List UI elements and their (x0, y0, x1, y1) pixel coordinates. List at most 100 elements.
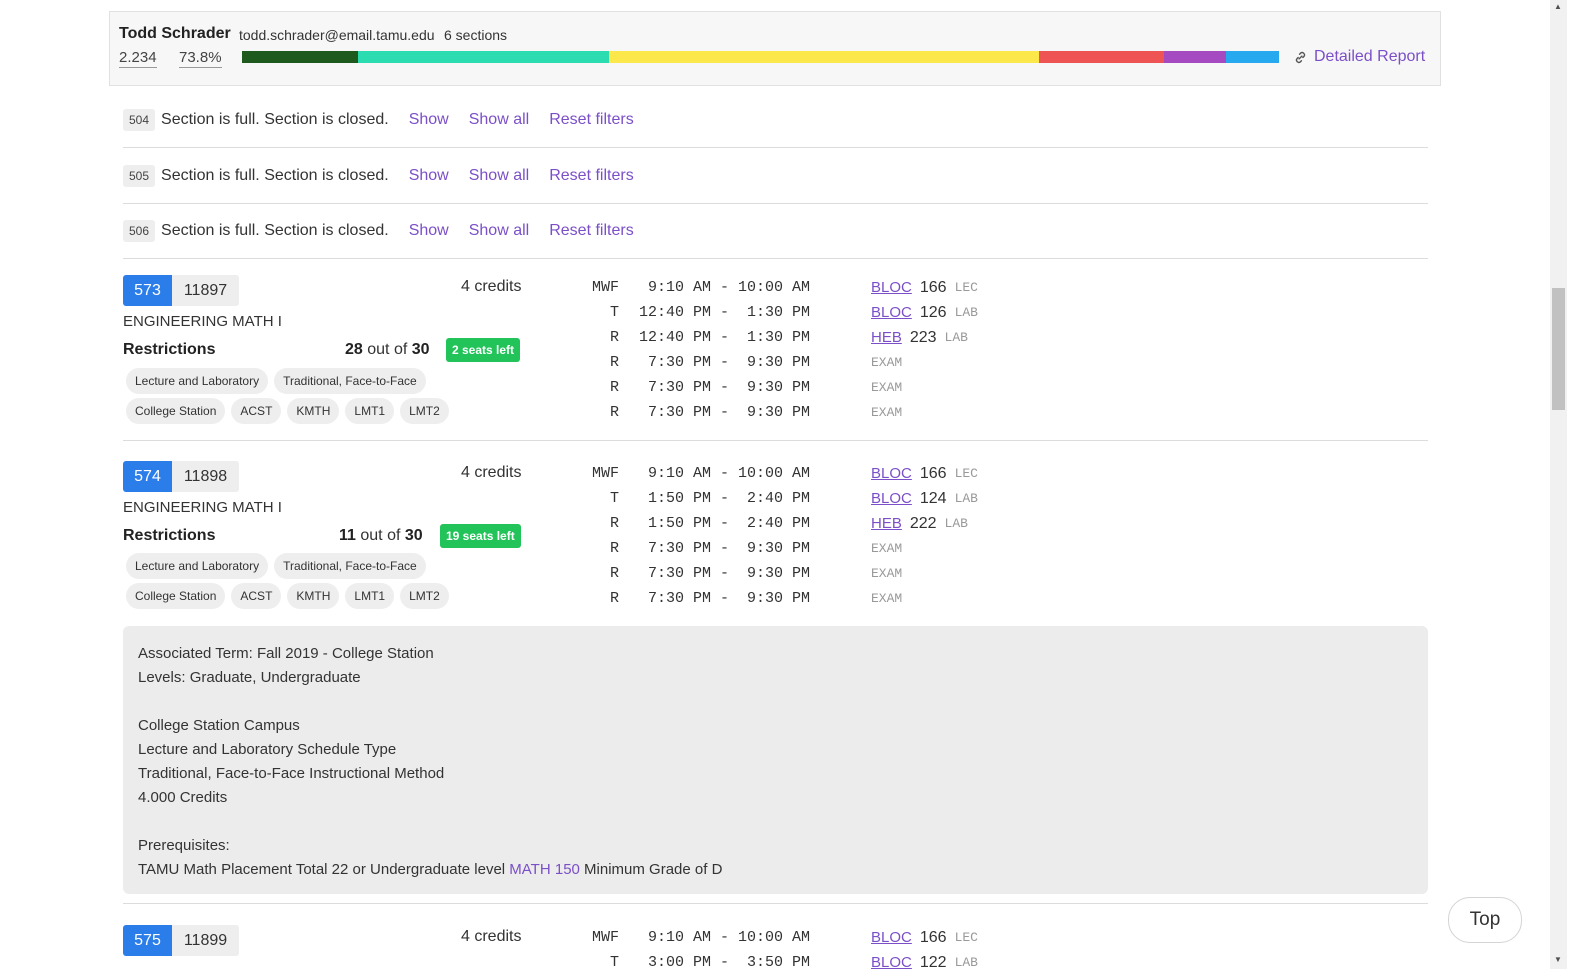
divider (123, 903, 1428, 904)
closed-section-row: 504 Section is full. Section is closed. … (123, 93, 1428, 148)
section-card-573: 573 11897 4 credits ENGINEERING MATH I R… (123, 275, 1428, 441)
building-link[interactable]: BLOC (871, 465, 912, 482)
meeting-type: EXAM (871, 405, 903, 420)
restrictions-label[interactable]: Restrictions (123, 341, 215, 359)
course-title: ENGINEERING MATH I (123, 313, 282, 330)
room-number: 222 (909, 514, 937, 532)
attribute-chips: Lecture and Laboratory Traditional, Face… (126, 553, 426, 579)
room-number: 124 (919, 489, 947, 507)
schedule-type-chip: Lecture and Laboratory (126, 553, 269, 579)
attribute-chip: KMTH (287, 583, 340, 609)
building-link[interactable]: HEB (871, 329, 902, 346)
schedule-type-chip: Lecture and Laboratory (126, 368, 269, 394)
meeting-row: T 12:40 PM - 1:30 PM BLOC 126 LAB (589, 300, 978, 325)
instruction-method-chip: Traditional, Face-to-Face (274, 368, 426, 394)
meeting-time: 7:30 PM - 9:30 PM (639, 379, 811, 396)
show-all-link[interactable]: Show all (469, 222, 529, 240)
meeting-row: R 7:30 PM - 9:30 PM EXAM (589, 375, 902, 400)
attribute-chip: LMT2 (400, 398, 449, 424)
attribute-chips: Lecture and Laboratory Traditional, Face… (126, 368, 426, 394)
show-all-link[interactable]: Show all (469, 111, 529, 129)
prereq-after: Minimum Grade of D (579, 861, 723, 878)
meeting-row: MWF 9:10 AM - 10:00 AM BLOC 166 LEC (589, 461, 978, 486)
prereq-course-link[interactable]: MATH 150 (509, 861, 580, 878)
meeting-days: MWF (591, 929, 619, 946)
closed-message: Section is full. Section is closed. (161, 222, 389, 239)
prerequisites-label: Prerequisites: (138, 837, 230, 854)
room-number: 223 (909, 328, 937, 346)
enrolled-number: 28 (345, 341, 363, 358)
section-credits: 4 credits (461, 278, 522, 295)
enrollment-count: 11 out of 30 (339, 527, 423, 545)
show-link[interactable]: Show (409, 111, 449, 129)
meeting-days: R (609, 565, 619, 582)
show-link[interactable]: Show (409, 167, 449, 185)
meeting-row: R 7:30 PM - 9:30 PM EXAM (589, 561, 902, 586)
meeting-type: EXAM (871, 355, 903, 370)
meeting-type: LEC (954, 280, 978, 295)
meeting-type: LEC (954, 930, 978, 945)
prerequisites-text: TAMU Math Placement Total 22 or Undergra… (138, 858, 1413, 882)
instructor-gpa[interactable]: 2.234 (119, 49, 157, 68)
reset-filters-link[interactable]: Reset filters (549, 111, 633, 129)
meeting-row: R 1:50 PM - 2:40 PM HEB 222 LAB (589, 511, 968, 536)
meeting-days: T (609, 490, 619, 507)
show-link[interactable]: Show (409, 222, 449, 240)
building-link[interactable]: BLOC (871, 929, 912, 946)
section-number[interactable]: 575 (123, 925, 172, 956)
meeting-time: 9:10 AM - 10:00 AM (639, 279, 811, 296)
meeting-type: EXAM (871, 541, 903, 556)
attribute-chip: KMTH (287, 398, 340, 424)
building-link[interactable]: BLOC (871, 490, 912, 507)
grade-bar-segment (358, 51, 610, 63)
attribute-chip: ACST (231, 398, 282, 424)
room-number: 126 (919, 303, 947, 321)
meeting-row: R 7:30 PM - 9:30 PM EXAM (589, 536, 902, 561)
scroll-to-top-button[interactable]: Top (1448, 897, 1522, 943)
meeting-time: 7:30 PM - 9:30 PM (639, 540, 811, 557)
detailed-report-label: Detailed Report (1314, 48, 1426, 65)
section-code-badge: 504 (123, 109, 156, 131)
scrollbar-track[interactable] (1550, 0, 1567, 969)
closed-section-row: 505 Section is full. Section is closed. … (123, 149, 1428, 204)
instructor-pass-rate[interactable]: 73.8% (179, 49, 222, 68)
grade-bar-segment (1226, 51, 1279, 63)
scrollbar-thumb[interactable] (1552, 288, 1565, 410)
section-crn: 11898 (172, 461, 239, 492)
out-of-text: out of (360, 527, 401, 544)
building-link[interactable]: BLOC (871, 304, 912, 321)
credits-detail: 4.000 Credits (138, 789, 228, 806)
meeting-days: T (609, 304, 619, 321)
meeting-time: 9:10 AM - 10:00 AM (639, 465, 811, 482)
meeting-row: T 1:50 PM - 2:40 PM BLOC 124 LAB (589, 486, 978, 511)
building-link[interactable]: HEB (871, 515, 902, 532)
campus: College Station Campus (138, 717, 300, 734)
detailed-report-link[interactable]: Detailed Report (1293, 48, 1425, 66)
scroll-up-arrow[interactable]: ▲ (1554, 2, 1562, 11)
room-number: 166 (919, 464, 947, 482)
meeting-time: 7:30 PM - 9:30 PM (639, 354, 811, 371)
section-credits: 4 credits (461, 464, 522, 481)
meeting-time: 3:00 PM - 3:50 PM (639, 954, 811, 969)
attribute-chips: College Station ACST KMTH LMT1 LMT2 (126, 398, 449, 424)
instructional-method: Traditional, Face-to-Face Instructional … (138, 765, 445, 782)
instruction-method-chip: Traditional, Face-to-Face (274, 553, 426, 579)
room-number: 166 (919, 928, 947, 946)
section-crn: 11899 (172, 925, 239, 956)
building-link[interactable]: BLOC (871, 279, 912, 296)
attribute-chip: LMT1 (345, 398, 395, 424)
meeting-type: LAB (954, 305, 978, 320)
section-number[interactable]: 573 (123, 275, 172, 306)
meeting-days: MWF (591, 465, 619, 482)
schedule-type: Lecture and Laboratory Schedule Type (138, 741, 397, 758)
section-number[interactable]: 574 (123, 461, 172, 492)
meeting-days: R (609, 329, 619, 346)
building-link[interactable]: BLOC (871, 954, 912, 969)
restrictions-label[interactable]: Restrictions (123, 527, 215, 545)
enrolled-number: 11 (339, 527, 356, 544)
reset-filters-link[interactable]: Reset filters (549, 222, 633, 240)
reset-filters-link[interactable]: Reset filters (549, 167, 633, 185)
attribute-chip: LMT1 (345, 583, 395, 609)
show-all-link[interactable]: Show all (469, 167, 529, 185)
scroll-down-arrow[interactable]: ▼ (1554, 955, 1562, 964)
